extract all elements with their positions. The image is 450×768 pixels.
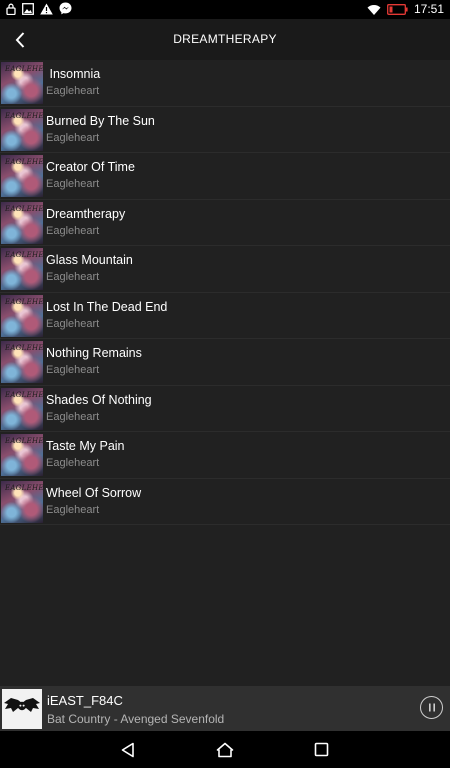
chevron-left-icon	[15, 31, 25, 48]
album-art: EAGLEHEART	[1, 248, 43, 290]
battery-icon	[387, 4, 408, 15]
album-art: EAGLEHEART	[1, 201, 43, 244]
album-art: EAGLEHEART	[1, 108, 43, 151]
now-playing-album-art	[2, 689, 42, 729]
pause-icon	[428, 703, 435, 712]
list-item[interactable]: EAGLEHEART Burned By The Sun Eagleheart	[0, 107, 450, 153]
toolbar: DREAMTHERAPY	[0, 19, 450, 60]
track-artist: Eagleheart	[46, 503, 100, 516]
track-title: Insomnia	[46, 67, 101, 81]
album-art-logo: EAGLEHEART	[5, 297, 43, 306]
track-title: Nothing Remains	[46, 346, 142, 360]
album-art: EAGLEHEART	[1, 341, 43, 383]
list-item[interactable]: EAGLEHEART Taste My Pain Eagleheart	[0, 432, 450, 479]
list-item[interactable]: EAGLEHEART Creator Of Time Eagleheart	[0, 153, 450, 200]
album-art: EAGLEHEART	[1, 294, 43, 337]
album-art: EAGLEHEART	[1, 62, 43, 104]
album-art-logo: EAGLEHEART	[5, 437, 43, 445]
status-bar-time: 17:51	[413, 2, 444, 16]
nav-back-button[interactable]	[98, 731, 158, 768]
now-playing-title: iEAST_F84C	[47, 693, 123, 708]
album-art-logo: EAGLEHEART	[5, 483, 43, 492]
wifi-icon	[367, 4, 381, 15]
album-art-logo: EAGLEHEART	[5, 344, 43, 352]
track-title: Lost In The Dead End	[46, 299, 168, 314]
back-triangle-icon	[121, 742, 134, 757]
album-art-logo: EAGLEHEART	[5, 251, 43, 259]
track-artist: Eagleheart	[46, 131, 100, 144]
page-title: DREAMTHERAPY	[173, 32, 277, 46]
nav-recents-button[interactable]	[291, 731, 351, 768]
track-title: Glass Mountain	[46, 253, 133, 267]
list-item[interactable]: EAGLEHEART Insomnia Eagleheart	[0, 60, 450, 107]
album-art-logo: EAGLEHEART	[5, 204, 43, 213]
track-artist: Eagleheart	[46, 410, 100, 423]
list-item[interactable]: EAGLEHEART Glass Mountain Eagleheart	[0, 246, 450, 293]
track-title: Burned By The Sun	[46, 113, 155, 128]
list-item[interactable]: EAGLEHEART Lost In The Dead End Eaglehea…	[0, 293, 450, 339]
pause-button[interactable]	[420, 696, 443, 719]
status-bar: 17:51	[0, 0, 450, 19]
album-art: EAGLEHEART	[1, 387, 43, 430]
album-art-logo: EAGLEHEART	[5, 390, 43, 399]
list-item[interactable]: EAGLEHEART Shades Of Nothing Eagleheart	[0, 386, 450, 432]
album-art: EAGLEHEART	[1, 155, 43, 197]
now-playing-subtitle: Bat Country - Avenged Sevenfold	[47, 712, 225, 726]
status-bar-system: 17:51	[367, 1, 444, 18]
nav-home-button[interactable]	[195, 731, 255, 768]
home-icon	[216, 742, 234, 757]
track-artist: Eagleheart	[46, 317, 100, 330]
recents-icon	[314, 742, 328, 757]
album-art: EAGLEHEART	[1, 434, 43, 476]
track-title: Dreamtherapy	[46, 206, 126, 221]
track-list: EAGLEHEART Insomnia Eagleheart EAGLEHEAR…	[0, 60, 450, 525]
back-button[interactable]	[2, 19, 38, 60]
track-artist: Eagleheart	[46, 364, 100, 376]
album-art-logo: EAGLEHEART	[5, 65, 43, 73]
list-item[interactable]: EAGLEHEART Nothing Remains Eagleheart	[0, 339, 450, 386]
track-title: Shades Of Nothing	[46, 392, 152, 407]
bat-skull-icon	[4, 698, 40, 712]
track-artist: Eagleheart	[46, 457, 100, 469]
warning-icon	[40, 3, 53, 14]
track-title: Creator Of Time	[46, 160, 135, 174]
messenger-icon	[59, 2, 72, 15]
list-item[interactable]: EAGLEHEART Dreamtherapy Eagleheart	[0, 200, 450, 246]
track-artist: Eagleheart	[46, 224, 100, 237]
track-artist: Eagleheart	[46, 85, 100, 97]
album-art-logo: EAGLEHEART	[5, 158, 43, 166]
album-art-logo: EAGLEHEART	[5, 111, 43, 120]
album-art: EAGLEHEART	[1, 480, 43, 523]
track-title: Taste My Pain	[46, 439, 125, 453]
track-title: Wheel Of Sorrow	[46, 485, 142, 500]
track-artist: Eagleheart	[46, 178, 100, 190]
track-artist: Eagleheart	[46, 271, 100, 283]
list-item[interactable]: EAGLEHEART Wheel Of Sorrow Eagleheart	[0, 479, 450, 525]
now-playing-bar[interactable]: iEAST_F84C Bat Country - Avenged Sevenfo…	[0, 686, 450, 731]
status-bar-notifications	[6, 2, 78, 15]
image-icon	[22, 2, 34, 15]
lock-icon	[6, 3, 16, 15]
navigation-bar	[0, 731, 450, 768]
